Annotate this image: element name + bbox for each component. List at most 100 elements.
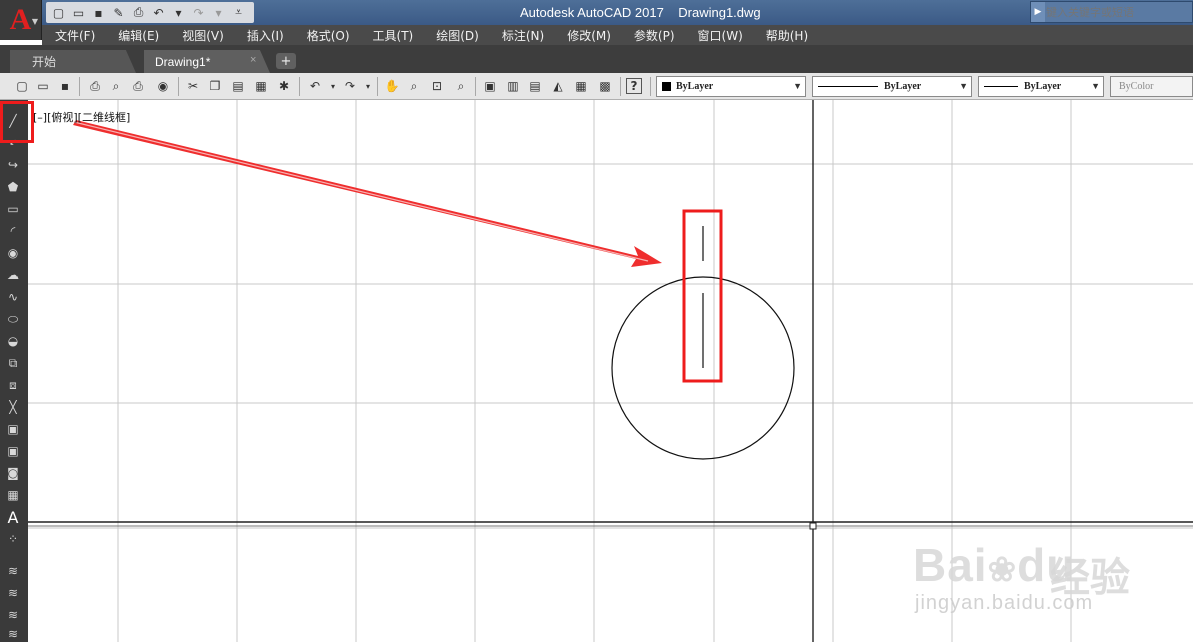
- search-input[interactable]: [1046, 4, 1190, 20]
- multiline-text-icon[interactable]: A: [4, 508, 22, 527]
- menu-help[interactable]: 帮助(H): [766, 27, 808, 44]
- open-icon[interactable]: ▭: [70, 5, 87, 21]
- make-block-icon[interactable]: ⧈: [4, 377, 22, 393]
- polyline-icon[interactable]: ↪: [4, 157, 22, 173]
- chevron-down-icon[interactable]: ▾: [210, 5, 227, 21]
- polygon-icon[interactable]: ⬟: [4, 179, 22, 195]
- color-dropdown-value: ByLayer: [676, 81, 714, 92]
- save-icon[interactable]: ▪: [57, 78, 73, 94]
- copy-icon[interactable]: ❐: [207, 78, 223, 94]
- lineweight-dropdown[interactable]: ByLayer ▼: [978, 76, 1104, 97]
- open-icon[interactable]: ▭: [35, 78, 51, 94]
- new-icon[interactable]: ▢: [14, 78, 30, 94]
- gradient-icon[interactable]: ▣: [4, 443, 22, 459]
- calculator-icon[interactable]: ▩: [597, 78, 613, 94]
- menu-format[interactable]: 格式(O): [307, 27, 350, 44]
- annotation-arrow: [73, 120, 662, 267]
- toolbar-separator: [299, 77, 300, 96]
- publish-icon[interactable]: ⎙: [130, 78, 146, 94]
- zoom-previous-icon[interactable]: ⌕: [453, 78, 469, 94]
- new-icon[interactable]: ▢: [50, 5, 67, 21]
- print-icon[interactable]: ⎙: [87, 78, 103, 94]
- search-box[interactable]: ▶: [1030, 1, 1193, 23]
- redo-icon[interactable]: ↷: [190, 5, 207, 21]
- plus-icon: +: [280, 53, 292, 69]
- menu-parametric[interactable]: 参数(P): [634, 27, 675, 44]
- print-icon[interactable]: ⎙: [130, 5, 147, 21]
- 3d-print-icon[interactable]: ◉: [155, 78, 171, 94]
- menu-insert[interactable]: 插入(I): [247, 27, 284, 44]
- redo-icon[interactable]: ↷: [342, 78, 358, 94]
- ellipse-icon[interactable]: ⬭: [4, 311, 22, 327]
- layer-iso-icon[interactable]: ≋: [4, 626, 22, 642]
- ellipse-arc-icon[interactable]: ◒: [4, 333, 22, 349]
- undo-icon[interactable]: ↶: [307, 78, 323, 94]
- zoom-realtime-icon[interactable]: ⌕: [406, 78, 422, 94]
- region-icon[interactable]: ◙: [4, 465, 22, 481]
- layer-states-icon[interactable]: ≋: [4, 585, 22, 601]
- menu-view[interactable]: 视图(V): [182, 27, 224, 44]
- menu-window[interactable]: 窗口(W): [698, 27, 743, 44]
- properties-icon[interactable]: ▣: [482, 78, 498, 94]
- autocad-logo-icon: A: [9, 3, 32, 36]
- layer-previous-icon[interactable]: ≋: [4, 607, 22, 623]
- block-editor-icon[interactable]: ✱: [276, 78, 292, 94]
- save-icon[interactable]: ▪: [90, 5, 107, 21]
- window-title: Autodesk AutoCAD 2017 Drawing1.dwg: [520, 5, 761, 20]
- add-selected-icon[interactable]: ⁘: [4, 531, 22, 547]
- line-preview: [984, 86, 1018, 87]
- match-properties-icon[interactable]: ▦: [253, 78, 269, 94]
- tab-drawing1[interactable]: Drawing1* ×: [144, 50, 270, 73]
- cut-icon[interactable]: ✂: [185, 78, 201, 94]
- quick-access-toolbar: ▢ ▭ ▪ ✎ ⎙ ↶ ▾ ↷ ▾ ⩡: [46, 2, 254, 23]
- menu-bar: 文件(F) 编辑(E) 视图(V) 插入(I) 格式(O) 工具(T) 绘图(D…: [42, 25, 1193, 45]
- zoom-window-icon[interactable]: ⊡: [429, 78, 445, 94]
- application-menu-button[interactable]: A ▼: [0, 0, 42, 40]
- menu-draw[interactable]: 绘图(D): [436, 27, 479, 44]
- menu-file[interactable]: 文件(F): [55, 27, 95, 44]
- toolbar-separator: [475, 77, 476, 96]
- circle-icon[interactable]: ◉: [4, 245, 22, 261]
- markup-icon[interactable]: ▦: [573, 78, 589, 94]
- chevron-down-icon: ▼: [959, 81, 968, 91]
- table-icon[interactable]: ▦: [4, 487, 22, 503]
- new-tab-button[interactable]: +: [276, 53, 296, 69]
- pan-icon[interactable]: ✋: [384, 78, 400, 94]
- customize-icon[interactable]: ⩡: [230, 5, 247, 21]
- spline-icon[interactable]: ∿: [4, 289, 22, 305]
- linetype-dropdown[interactable]: ByLayer ▼: [812, 76, 972, 97]
- insert-block-icon[interactable]: ⧉: [4, 355, 22, 371]
- line-tool-highlight: [0, 101, 34, 143]
- plotstyle-dropdown-value: ByColor: [1119, 81, 1154, 92]
- tab-start[interactable]: 开始: [10, 50, 136, 73]
- color-dropdown[interactable]: ByLayer ▼: [656, 76, 806, 97]
- hatch-icon[interactable]: ▣: [4, 421, 22, 437]
- point-icon[interactable]: ╳: [4, 399, 22, 415]
- chevron-down-icon[interactable]: ▾: [325, 78, 341, 94]
- chevron-down-icon[interactable]: ▾: [360, 78, 376, 94]
- saveas-icon[interactable]: ✎: [110, 5, 127, 21]
- chevron-down-icon[interactable]: ▾: [170, 5, 187, 21]
- standard-toolbar: ▢ ▭ ▪ ⎙ ⌕ ⎙ ◉ ✂ ❐ ▤ ▦ ✱ ↶ ▾ ↷ ▾ ✋ ⌕ ⊡ ⌕ …: [0, 73, 1193, 100]
- paw-icon: ❀: [987, 551, 1018, 589]
- menu-tools[interactable]: 工具(T): [373, 27, 414, 44]
- viewport-controls-label[interactable]: [–][俯视][二维线框]: [33, 109, 130, 125]
- design-center-icon[interactable]: ▥: [505, 78, 521, 94]
- revision-cloud-icon[interactable]: ☁: [4, 267, 22, 283]
- line-preview: [818, 86, 878, 87]
- linetype-dropdown-value: ByLayer: [884, 81, 922, 92]
- chevron-right-icon[interactable]: ▶: [1031, 2, 1045, 22]
- arc-icon[interactable]: ◜: [4, 223, 22, 239]
- menu-dimension[interactable]: 标注(N): [502, 27, 544, 44]
- sheet-set-icon[interactable]: ◭: [550, 78, 566, 94]
- print-preview-icon[interactable]: ⌕: [108, 78, 124, 94]
- tool-palettes-icon[interactable]: ▤: [527, 78, 543, 94]
- menu-edit[interactable]: 编辑(E): [118, 27, 159, 44]
- help-icon[interactable]: ?: [626, 78, 642, 94]
- close-icon[interactable]: ×: [250, 54, 256, 66]
- rectangle-icon[interactable]: ▭: [4, 201, 22, 217]
- undo-icon[interactable]: ↶: [150, 5, 167, 21]
- menu-modify[interactable]: 修改(M): [567, 27, 611, 44]
- layer-icon[interactable]: ≋: [4, 563, 22, 579]
- paste-icon[interactable]: ▤: [230, 78, 246, 94]
